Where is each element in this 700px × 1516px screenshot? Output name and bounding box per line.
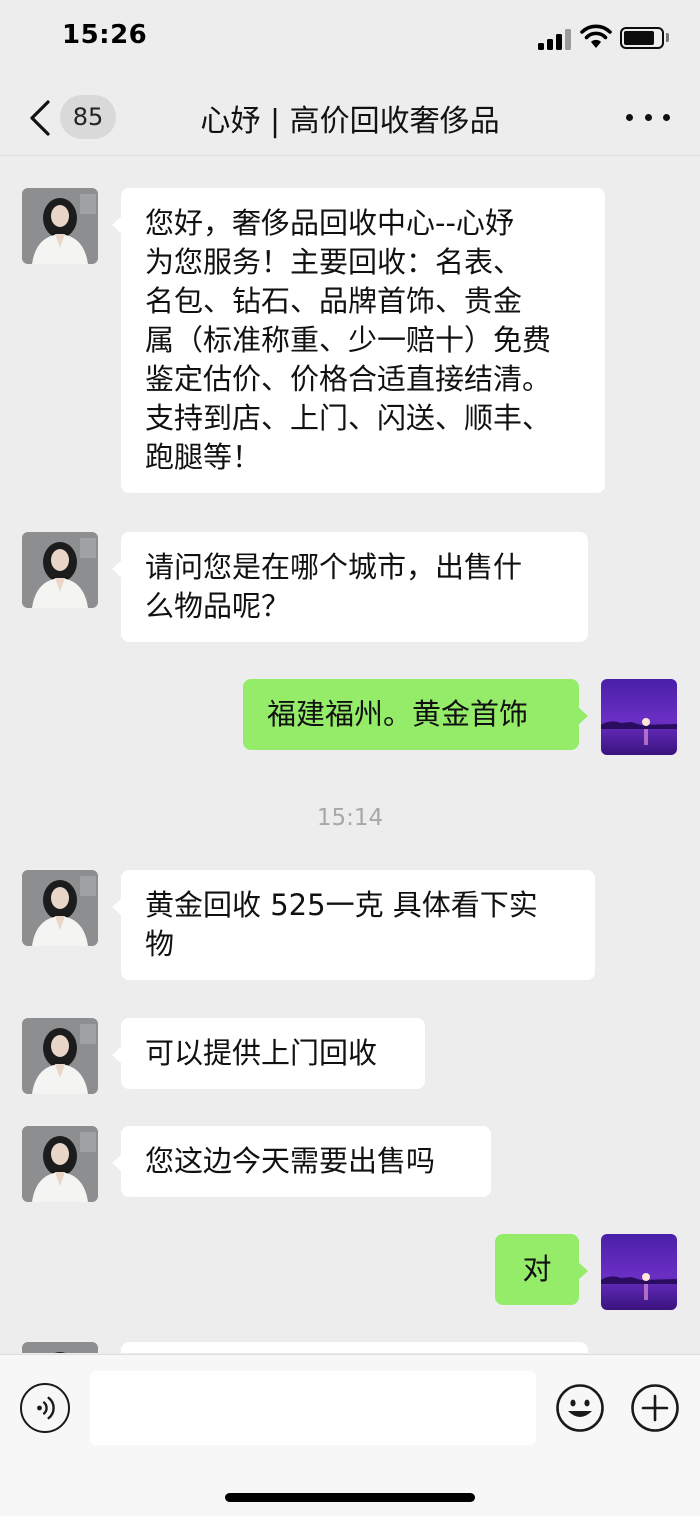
message-line: 么物品呢？ [145,589,291,623]
message-line: 福建福州。黄金首饰 [267,697,529,731]
message-bubble-outgoing[interactable]: 对 [495,1234,588,1305]
voice-icon[interactable] [20,1383,70,1433]
chat-title[interactable]: 心妤 | 高价回收奢侈品 [120,96,580,140]
message-bubble-incoming-partial[interactable] [121,1342,588,1353]
message-line: 物 [145,927,175,961]
message-line: 名包、钻石、品牌首饰、贵金 [145,284,523,318]
message-line: 请问您是在哪个城市，出售什 [145,550,523,584]
message-line: 您这边今天需要出售吗 [145,1144,436,1178]
message-line: 可以提供上门回收 [145,1036,378,1070]
message-line: 支持到店、上门、闪送、顺丰、 [145,401,552,435]
contact-avatar[interactable] [22,532,98,608]
message-line: 鉴定估价、价格合适直接结清。 [145,362,552,396]
message-line: 您好，奢侈品回收中心--心妤 [145,206,514,240]
battery-icon [620,27,664,49]
user-avatar[interactable] [601,679,677,755]
contact-avatar[interactable] [22,188,98,264]
contact-avatar[interactable] [22,870,98,946]
message-line: 跑腿等！ [145,440,262,474]
message-list[interactable]: 您好，奢侈品回收中心--心妤 为您服务！主要回收：名表、 名包、钻石、品牌首饰、… [0,157,700,1353]
message-line: 黄金回收 525一克 具体看下实 [145,888,538,922]
input-bar [0,1354,700,1516]
message-line: 属（标准称重、少一赔十）免费 [145,323,552,357]
cellular-signal-icon [538,28,572,50]
emoji-icon[interactable] [555,1383,605,1433]
contact-avatar[interactable] [22,1018,98,1094]
status-time: 15:26 [62,20,148,50]
nav-bar: 85 心妤 | 高价回收奢侈品 [0,80,700,156]
message-input[interactable] [90,1371,536,1445]
chevron-left-icon[interactable] [24,98,60,138]
user-avatar[interactable] [601,1234,677,1310]
message-bubble-incoming[interactable]: 您这边今天需要出售吗 [112,1126,491,1197]
status-bar: 15:26 [0,0,700,80]
more-dots-icon[interactable] [626,100,670,134]
unread-count-badge[interactable]: 85 [60,95,116,139]
contact-avatar[interactable] [22,1126,98,1202]
message-bubble-incoming[interactable]: 可以提供上门回收 [112,1018,425,1089]
message-line: 为您服务！主要回收：名表、 [145,245,523,279]
chat-screen: 15:26 85 心妤 | 高价回收奢侈品 您好，奢侈品回收中心--心妤 为您服… [0,0,700,1516]
wifi-icon [580,24,612,48]
message-line: 对 [522,1252,552,1286]
message-bubble-outgoing[interactable]: 福建福州。黄金首饰 [243,679,588,750]
battery-cap [666,33,669,42]
contact-avatar[interactable] [22,1342,98,1353]
message-bubble-incoming[interactable]: 请问您是在哪个城市，出售什 么物品呢？ [112,532,588,642]
time-separator: 15:14 [316,805,384,831]
plus-icon[interactable] [630,1383,680,1433]
message-bubble-incoming[interactable]: 黄金回收 525一克 具体看下实 物 [112,870,595,980]
message-bubble-incoming[interactable]: 您好，奢侈品回收中心--心妤 为您服务！主要回收：名表、 名包、钻石、品牌首饰、… [112,188,605,493]
home-indicator[interactable] [225,1493,475,1502]
